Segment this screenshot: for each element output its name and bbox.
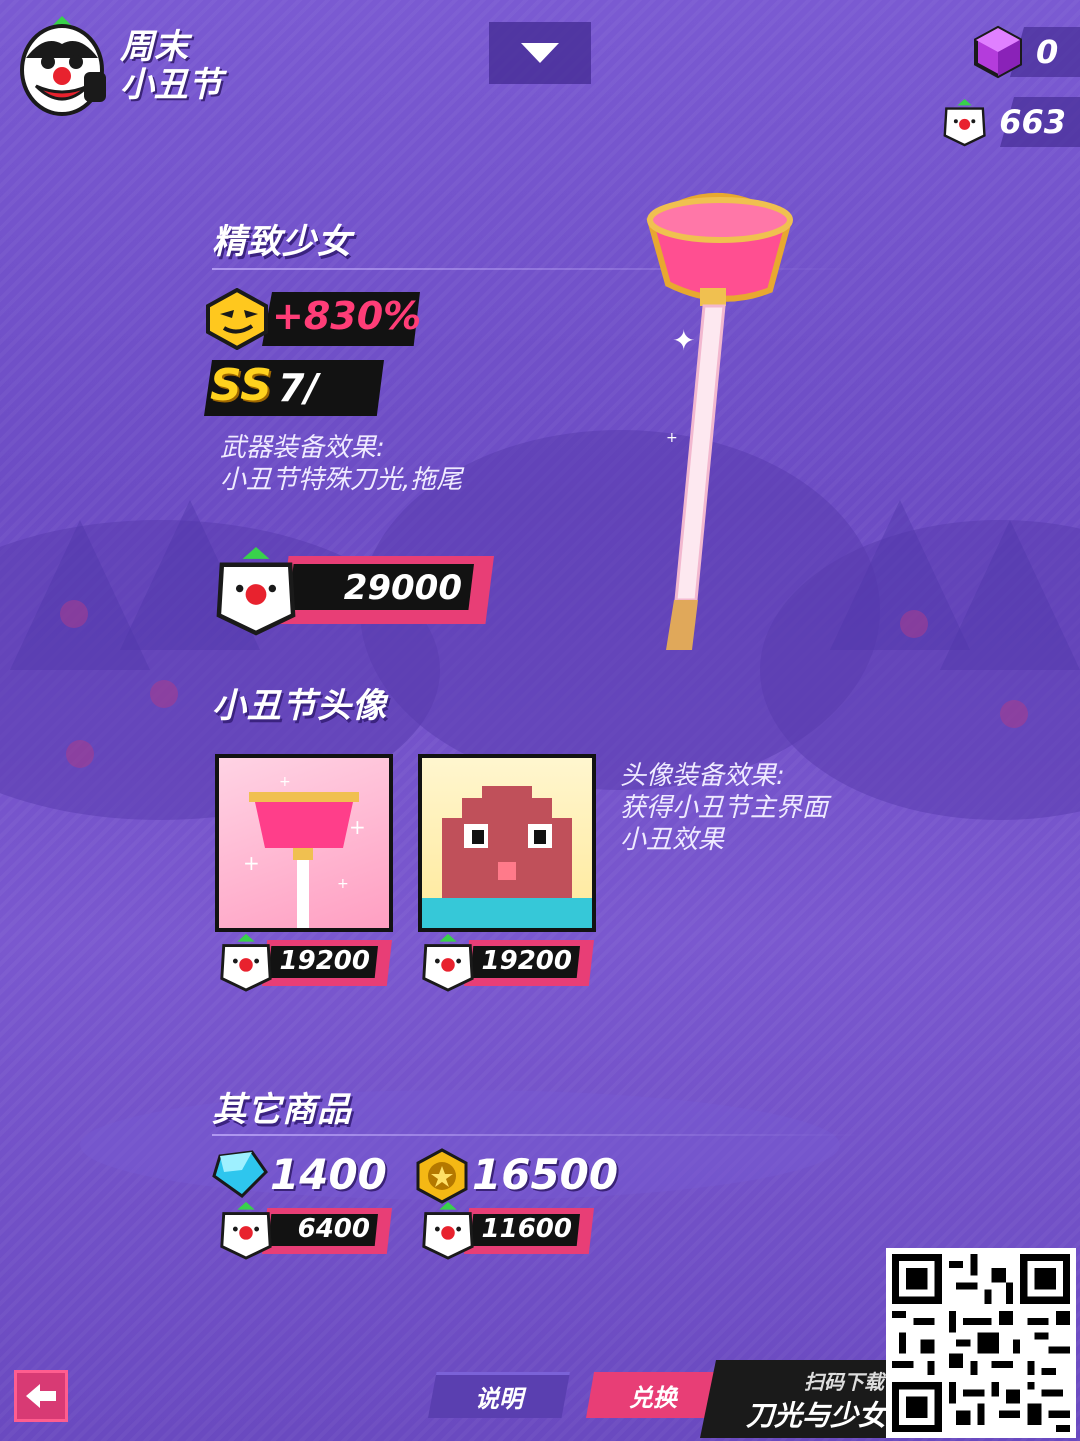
boost-value: +830% <box>272 294 422 338</box>
svg-text:+: + <box>243 851 260 875</box>
exchange-button[interactable]: 兑换 <box>586 1372 720 1418</box>
yellow-smirk-face-icon <box>206 288 268 350</box>
cube-currency: 0 <box>970 25 1080 79</box>
pixel-blob-avatar-icon <box>422 786 592 928</box>
clown-token-icon <box>216 546 296 636</box>
clown-token-icon <box>422 1201 474 1260</box>
clown-token-icon <box>943 98 986 147</box>
gem-price-button[interactable]: 6400 <box>216 1200 392 1260</box>
boost-badge: +830% <box>204 288 422 350</box>
qr-code-icon <box>892 1254 1070 1432</box>
weapon-price-button[interactable]: 29000 <box>210 544 494 636</box>
weapon-effect-desc: 小丑节特殊刀光,拖尾 <box>220 465 463 495</box>
event-title-line2: 小丑节 <box>120 65 222 105</box>
plunger-weapon-image: ✦ + <box>646 193 793 650</box>
avatar-price: 19200 <box>279 946 370 976</box>
svg-text:+: + <box>279 774 291 790</box>
coin-amount: 16500 <box>472 1150 619 1199</box>
avatar-section-title: 小丑节头像 <box>212 686 387 726</box>
purple-cube-icon <box>974 25 1022 79</box>
weapon-price: 29000 <box>343 568 462 608</box>
svg-text:+: + <box>349 815 366 839</box>
svg-text:+: + <box>337 876 349 892</box>
cube-count: 0 <box>1036 33 1059 71</box>
promo-game-name: 刀光与少女 <box>745 1399 886 1432</box>
download-promo: 扫码下载 刀光与少女 <box>700 1360 900 1438</box>
avatar-effect-desc1: 获得小丑节主界面 <box>620 793 829 823</box>
event-dropdown-button[interactable] <box>489 22 591 84</box>
other-section-title: 其它商品 <box>212 1090 352 1130</box>
clown-token-icon <box>220 933 272 992</box>
event-title-line1: 周末 <box>120 27 188 67</box>
event-title: 周末 小丑节 <box>120 28 222 104</box>
avatar-effect-label: 头像装备效果: <box>620 761 785 791</box>
avatar-effect-desc2: 小丑效果 <box>620 825 725 855</box>
clown-token-icon <box>422 933 474 992</box>
avatar-price-button-2[interactable]: 19200 <box>418 932 594 992</box>
plunger-avatar-icon: + + + + <box>243 774 366 928</box>
rank-grade: SS <box>210 360 272 411</box>
info-button[interactable]: 说明 <box>428 1372 570 1418</box>
promo-scan-text: 扫码下载 <box>804 1370 884 1394</box>
clown-logo-icon <box>20 16 106 116</box>
chevron-down-icon <box>521 43 559 63</box>
back-button[interactable] <box>14 1370 68 1422</box>
gem-amount: 1400 <box>270 1150 387 1199</box>
rank-badge: SS 7/ 12 <box>204 360 384 416</box>
svg-text:+: + <box>666 430 678 446</box>
gem-price: 6400 <box>297 1214 370 1244</box>
gold-coin-icon <box>416 1148 468 1204</box>
blue-gem-icon <box>212 1150 268 1198</box>
weapon-effect-label: 武器装备效果: <box>220 433 385 463</box>
token-count: 663 <box>999 103 1066 141</box>
avatar-price-button-1[interactable]: 19200 <box>216 932 392 992</box>
clown-token-icon <box>220 1201 272 1260</box>
avatar-item-pixel-blob[interactable] <box>418 754 596 932</box>
avatar-item-plunger[interactable]: + + + + <box>215 754 393 932</box>
qr-code <box>886 1248 1076 1438</box>
coin-price-button[interactable]: 11600 <box>418 1200 594 1260</box>
avatar-effect-text: 头像装备效果: 获得小丑节主界面 小丑效果 <box>620 760 828 856</box>
arrow-left-icon <box>26 1384 56 1408</box>
weapon-section-title: 精致少女 <box>212 222 352 262</box>
coin-price: 11600 <box>481 1214 572 1244</box>
svg-text:✦: ✦ <box>672 324 695 357</box>
section-divider <box>212 1134 862 1136</box>
avatar-price: 19200 <box>481 946 572 976</box>
token-currency: 663 <box>940 96 1080 148</box>
weapon-effect-text: 武器装备效果: 小丑节特殊刀光,拖尾 <box>220 432 462 496</box>
